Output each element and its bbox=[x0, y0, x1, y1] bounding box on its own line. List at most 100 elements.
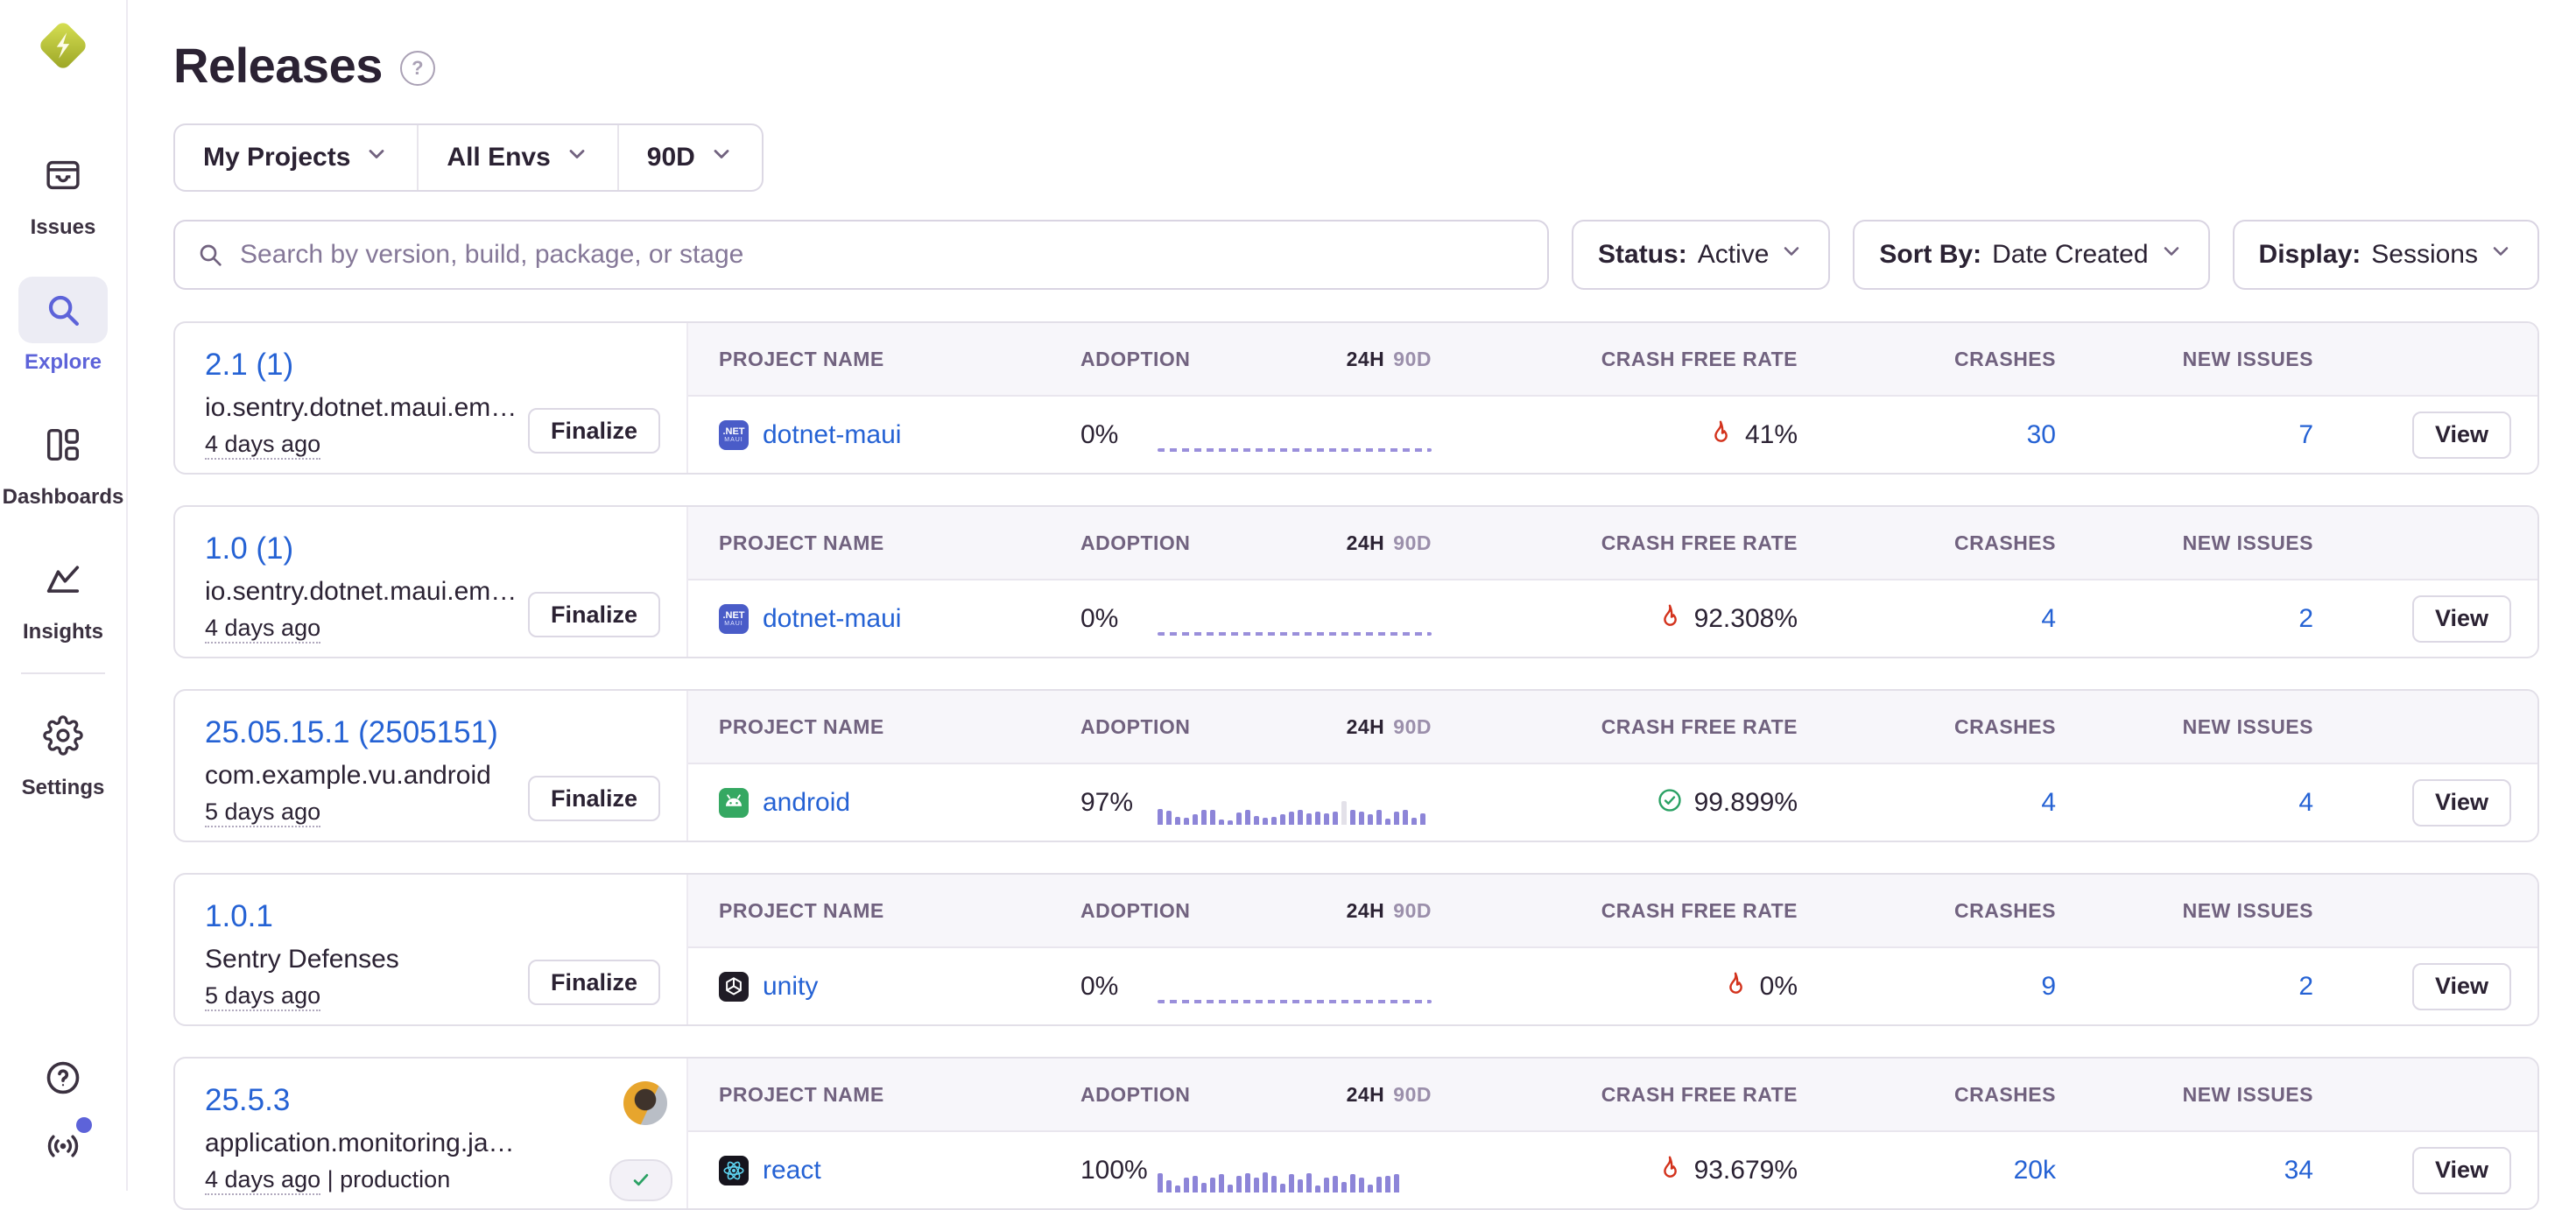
search-box[interactable] bbox=[173, 220, 1549, 290]
crashes-count-link[interactable]: 9 bbox=[1855, 972, 2056, 1002]
col-header-adoption: ADOPTION bbox=[1080, 1083, 1190, 1107]
question-circle-icon[interactable]: ? bbox=[400, 51, 435, 86]
release-health-table: PROJECT NAME ADOPTION 24H90D CRASH FREE … bbox=[688, 323, 2537, 473]
col-header-chart-range: 24H90D bbox=[1347, 531, 1432, 555]
finalize-button[interactable]: Finalize bbox=[528, 960, 660, 1005]
sidebar-item-insights[interactable]: Insights bbox=[0, 546, 126, 644]
project-link[interactable]: unity bbox=[763, 972, 818, 1002]
sidebar: Issues Explore Dashboards Insights Settings bbox=[0, 0, 128, 1191]
sentry-logo[interactable] bbox=[35, 18, 91, 74]
display-dropdown[interactable]: Display: Sessions bbox=[2233, 220, 2539, 290]
new-issues-count-link[interactable]: 2 bbox=[2056, 972, 2313, 1002]
col-header-project-name: PROJECT NAME bbox=[719, 1083, 1080, 1107]
project-icon: .NETMAUI bbox=[719, 420, 749, 450]
release-health-table: PROJECT NAME ADOPTION 24H90D CRASH FREE … bbox=[688, 507, 2537, 657]
finalize-button[interactable]: Finalize bbox=[528, 776, 660, 821]
crashes-count-link[interactable]: 30 bbox=[1855, 420, 2056, 450]
col-header-crash-free-rate: CRASH FREE RATE bbox=[1432, 531, 1855, 555]
sort-by-dropdown[interactable]: Sort By: Date Created bbox=[1853, 220, 2209, 290]
col-header-project-name: PROJECT NAME bbox=[719, 899, 1080, 923]
project-link[interactable]: react bbox=[763, 1156, 821, 1185]
project-cell: unity bbox=[719, 972, 1080, 1002]
view-button[interactable]: View bbox=[2412, 595, 2511, 643]
release-version-link[interactable]: 25.5.3 bbox=[205, 1083, 686, 1118]
adoption-dashed-line bbox=[1158, 448, 1432, 452]
project-link[interactable]: android bbox=[763, 788, 850, 818]
search-icon bbox=[18, 277, 108, 343]
sidebar-item-issues[interactable]: Issues bbox=[0, 142, 126, 240]
new-issues-count-link[interactable]: 7 bbox=[2056, 420, 2313, 450]
release-version-link[interactable]: 2.1 (1) bbox=[205, 348, 686, 383]
release-status-check[interactable] bbox=[609, 1159, 672, 1201]
sidebar-item-label: Issues bbox=[31, 215, 96, 240]
chevron-down-icon bbox=[364, 142, 389, 173]
release-created-time: 4 days ago bbox=[205, 615, 320, 644]
new-issues-count-link[interactable]: 34 bbox=[2056, 1156, 2313, 1185]
crashes-count-link[interactable]: 20k bbox=[1855, 1156, 2056, 1185]
help-icon[interactable] bbox=[41, 1056, 85, 1100]
project-icon bbox=[719, 1156, 749, 1185]
release-version-link[interactable]: 25.05.15.1 (2505151) bbox=[205, 715, 686, 750]
release-card: 1.0.1 Sentry Defenses 5 days ago Finaliz… bbox=[173, 873, 2539, 1026]
table-data-row: .NETMAUI dotnet-maui 0% 92.308% 4 2 View bbox=[688, 580, 2537, 657]
view-button[interactable]: View bbox=[2412, 963, 2511, 1010]
release-health-table: PROJECT NAME ADOPTION 24H90D CRASH FREE … bbox=[688, 691, 2537, 841]
release-version-link[interactable]: 1.0.1 bbox=[205, 899, 686, 934]
crashes-count-link[interactable]: 4 bbox=[1855, 604, 2056, 634]
search-icon bbox=[196, 241, 224, 269]
project-link[interactable]: dotnet-maui bbox=[763, 604, 901, 634]
view-cell: View bbox=[2313, 595, 2537, 643]
status-dropdown[interactable]: Status: Active bbox=[1572, 220, 1830, 290]
sidebar-item-dashboards[interactable]: Dashboards bbox=[0, 412, 126, 510]
table-header-row: PROJECT NAME ADOPTION 24H90D CRASH FREE … bbox=[688, 691, 2537, 764]
project-link[interactable]: dotnet-maui bbox=[763, 420, 901, 450]
finalize-button[interactable]: Finalize bbox=[528, 408, 660, 454]
new-issues-count-link[interactable]: 2 bbox=[2056, 604, 2313, 634]
release-version-link[interactable]: 1.0 (1) bbox=[205, 531, 686, 566]
release-card: 25.05.15.1 (2505151) com.example.vu.andr… bbox=[173, 689, 2539, 842]
release-environment: | production bbox=[320, 1166, 450, 1192]
main-content: Releases ? My Projects All Envs 90D bbox=[128, 0, 2576, 1191]
crash-free-cell: 93.679% bbox=[1432, 1154, 1855, 1186]
chevron-down-icon bbox=[709, 142, 734, 173]
sidebar-footer bbox=[41, 1056, 85, 1168]
adoption-cell: 97% bbox=[1080, 764, 1432, 841]
gear-icon bbox=[18, 702, 108, 769]
adoption-value: 100% bbox=[1080, 1156, 1148, 1185]
date-range-dropdown[interactable]: 90D bbox=[619, 125, 762, 190]
new-issues-count-link[interactable]: 4 bbox=[2056, 788, 2313, 818]
col-header-adoption-group: ADOPTION 24H90D bbox=[1080, 715, 1432, 739]
col-header-project-name: PROJECT NAME bbox=[719, 715, 1080, 739]
page-filter-bar: My Projects All Envs 90D bbox=[173, 123, 764, 192]
view-button[interactable]: View bbox=[2412, 1147, 2511, 1194]
col-header-new-issues: NEW ISSUES bbox=[2056, 348, 2313, 371]
table-data-row: unity 0% 0% 9 2 View bbox=[688, 948, 2537, 1024]
col-header-chart-range: 24H90D bbox=[1347, 1083, 1432, 1107]
notification-dot bbox=[76, 1117, 92, 1133]
col-header-adoption-group: ADOPTION 24H90D bbox=[1080, 899, 1432, 923]
environment-filter-dropdown[interactable]: All Envs bbox=[419, 125, 616, 190]
view-cell: View bbox=[2313, 779, 2537, 827]
col-header-crashes: CRASHES bbox=[1855, 348, 2056, 371]
crash-free-value: 92.308% bbox=[1694, 604, 1798, 634]
adoption-value: 0% bbox=[1080, 420, 1118, 450]
project-icon bbox=[719, 788, 749, 818]
col-header-new-issues: NEW ISSUES bbox=[2056, 1083, 2313, 1107]
search-input[interactable] bbox=[238, 239, 1526, 271]
broadcast-icon[interactable] bbox=[41, 1124, 85, 1168]
project-cell: android bbox=[719, 788, 1080, 818]
project-filter-dropdown[interactable]: My Projects bbox=[175, 125, 417, 190]
insights-icon bbox=[18, 546, 108, 613]
crash-free-cell: 41% bbox=[1432, 419, 1855, 451]
table-header-row: PROJECT NAME ADOPTION 24H90D CRASH FREE … bbox=[688, 507, 2537, 580]
sidebar-item-settings[interactable]: Settings bbox=[0, 702, 126, 800]
crashes-count-link[interactable]: 4 bbox=[1855, 788, 2056, 818]
sidebar-item-explore[interactable]: Explore bbox=[0, 277, 126, 375]
project-icon bbox=[719, 972, 749, 1002]
view-button[interactable]: View bbox=[2412, 412, 2511, 459]
col-header-adoption-group: ADOPTION 24H90D bbox=[1080, 348, 1432, 371]
view-button[interactable]: View bbox=[2412, 779, 2511, 827]
finalize-button[interactable]: Finalize bbox=[528, 592, 660, 637]
release-card: 25.5.3 application.monitoring.ja… 4 days… bbox=[173, 1057, 2539, 1210]
display-dropdown-label: Display: bbox=[2259, 240, 2361, 270]
